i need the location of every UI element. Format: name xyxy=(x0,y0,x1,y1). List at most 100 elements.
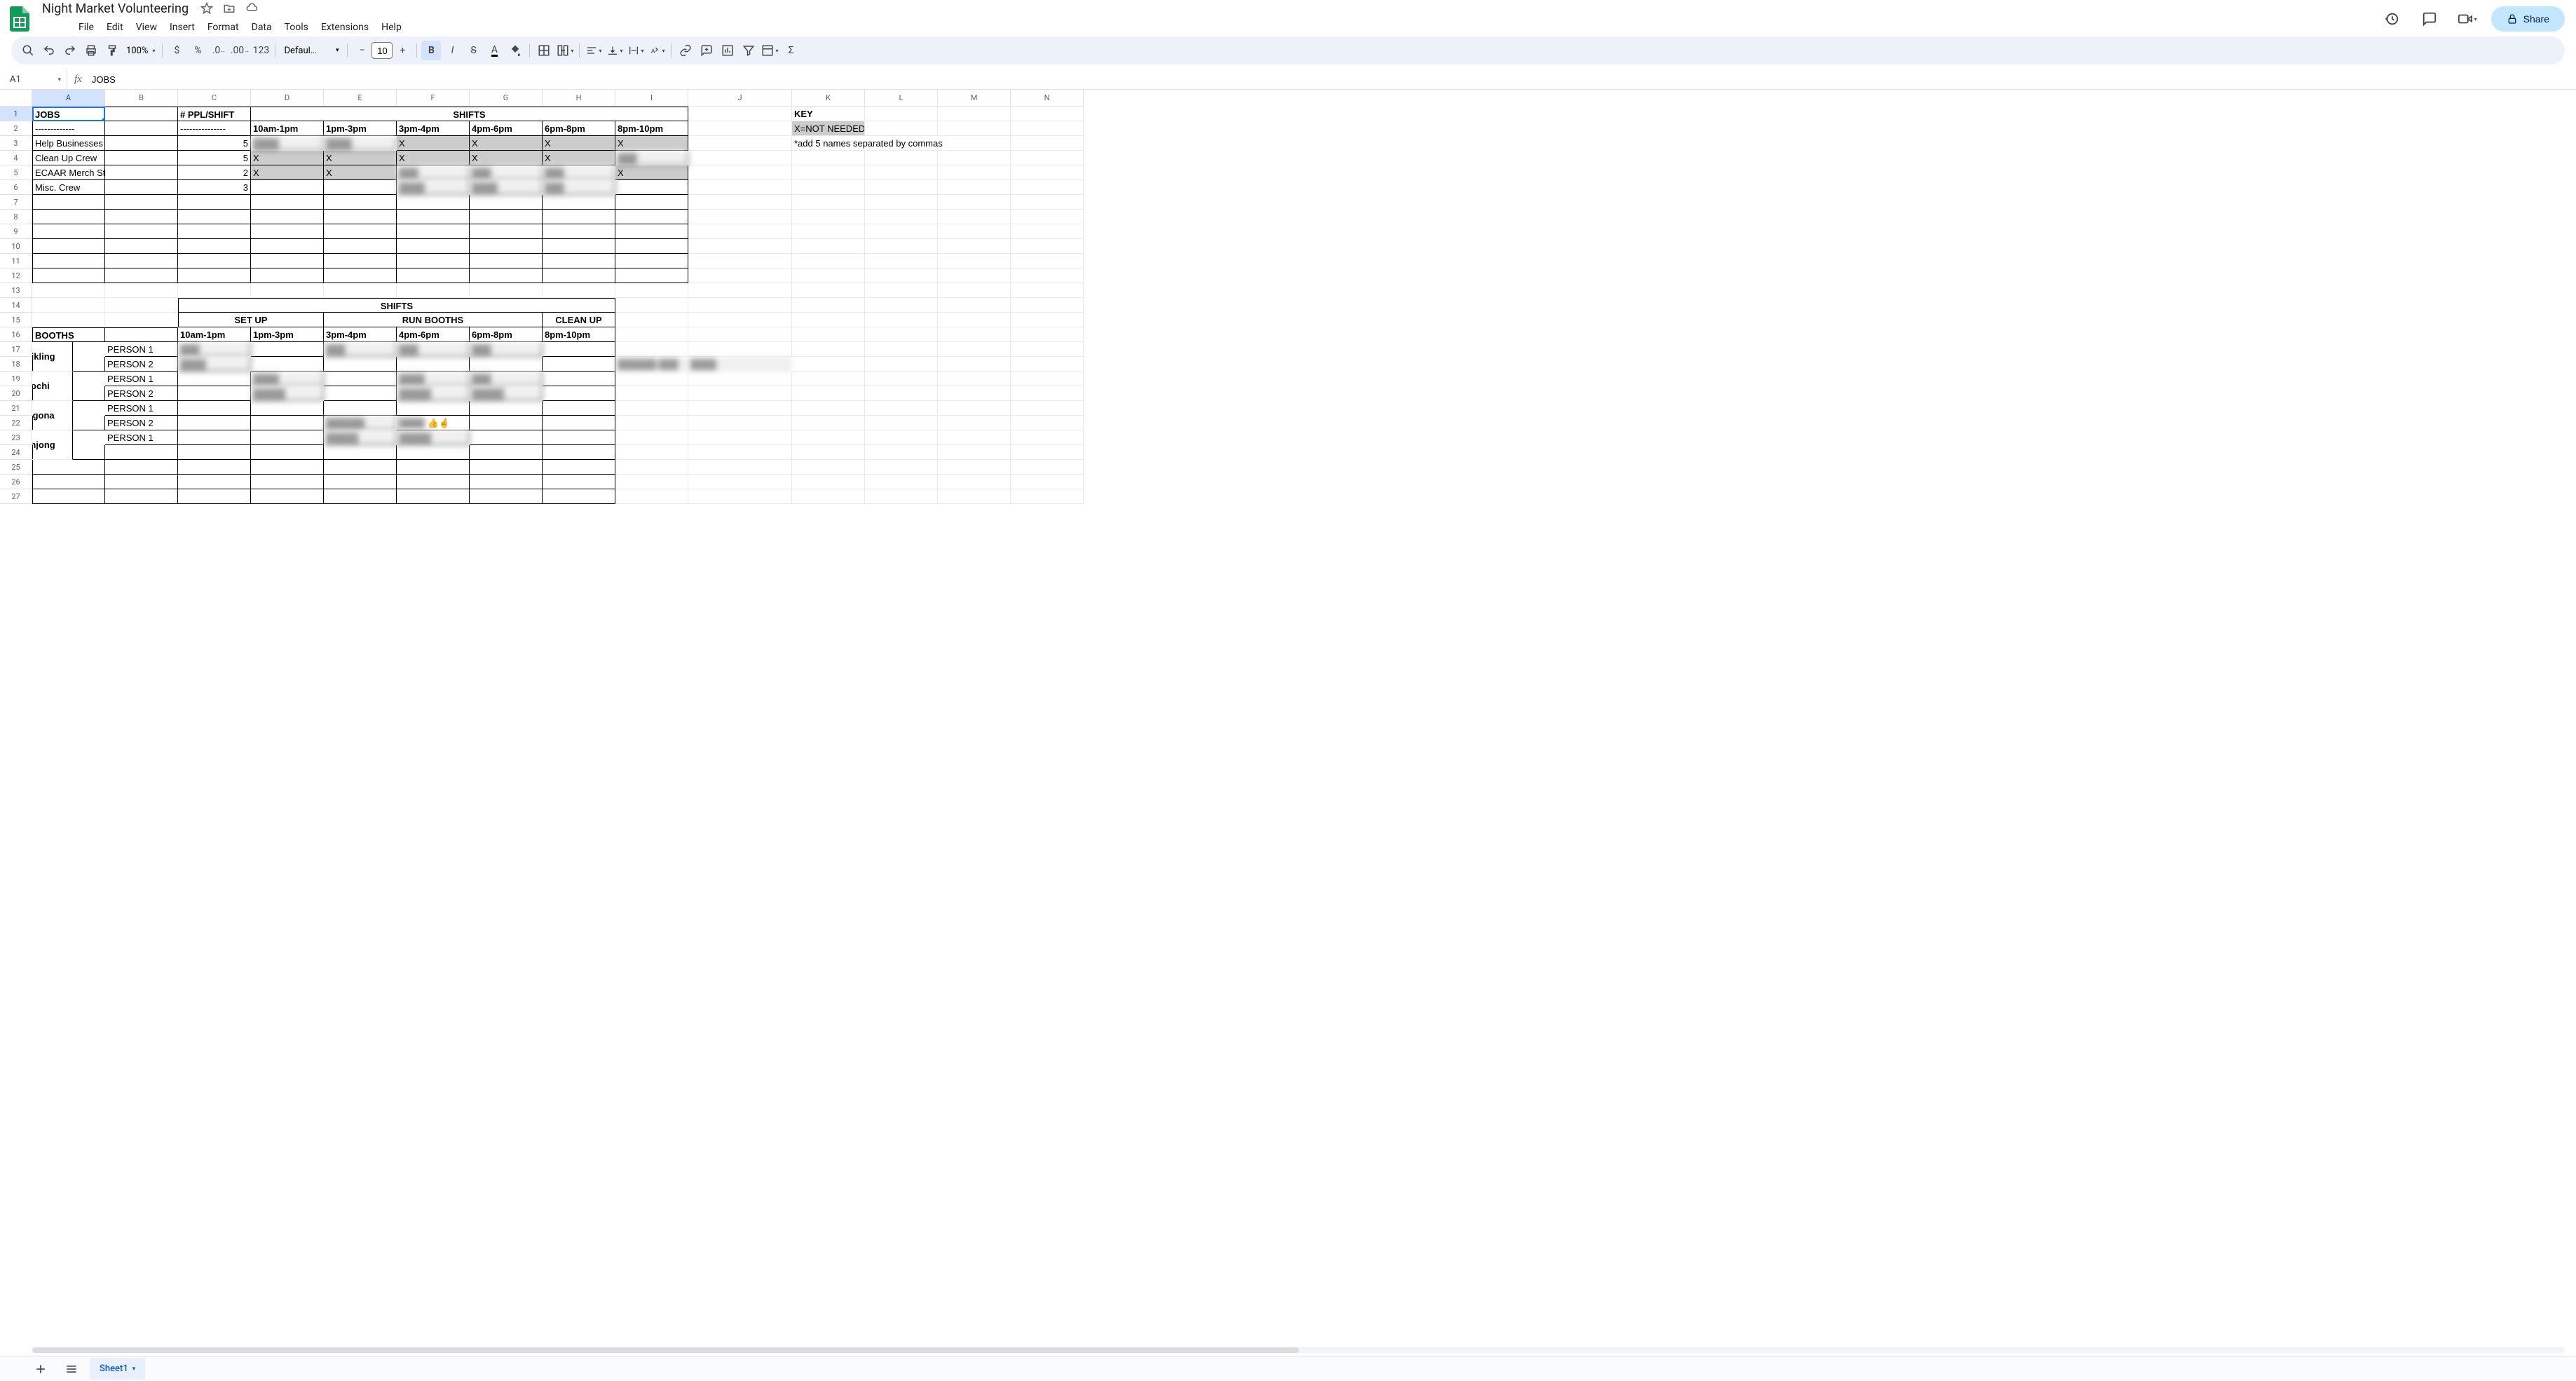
cell-H16[interactable]: 8pm-10pm xyxy=(543,327,615,342)
cell-F17[interactable]: ███ xyxy=(397,342,470,357)
cell-G27[interactable] xyxy=(470,489,543,504)
cell-N16[interactable] xyxy=(1011,327,1084,342)
col-header-D[interactable]: D xyxy=(251,90,324,107)
cell-E12[interactable] xyxy=(324,268,397,283)
cell-D4[interactable]: X xyxy=(251,151,324,165)
cell-F20[interactable]: █████ xyxy=(397,386,470,401)
menu-tools[interactable]: Tools xyxy=(279,19,314,36)
cell-C26[interactable] xyxy=(178,475,251,489)
cell-J21[interactable] xyxy=(688,401,792,416)
cell-N8[interactable] xyxy=(1011,210,1084,224)
cell-I11[interactable] xyxy=(615,254,688,268)
cell-I19[interactable] xyxy=(615,372,688,386)
cell-D13[interactable] xyxy=(251,283,324,298)
cell-I10[interactable] xyxy=(615,239,688,254)
doc-title[interactable]: Night Market Volunteering xyxy=(38,0,193,18)
cell-I7[interactable] xyxy=(615,195,688,210)
cell-E4[interactable]: X xyxy=(324,151,397,165)
cell-E16[interactable]: 3pm-4pm xyxy=(324,327,397,342)
cell-L14[interactable] xyxy=(865,298,938,313)
row-header-21[interactable]: 21 xyxy=(0,401,32,416)
cell-E23[interactable]: █████ xyxy=(324,430,397,445)
cell-H3[interactable]: X xyxy=(543,136,615,151)
cell-G4[interactable]: X xyxy=(470,151,543,165)
cell-K25[interactable] xyxy=(792,460,865,475)
cell-K4[interactable] xyxy=(792,151,865,165)
row-header-13[interactable]: 13 xyxy=(0,283,32,298)
cell-I25[interactable] xyxy=(615,460,688,475)
cell-L19[interactable] xyxy=(865,372,938,386)
menu-format[interactable]: Format xyxy=(202,19,245,36)
add-sheet-icon[interactable] xyxy=(28,1356,53,1381)
col-header-L[interactable]: L xyxy=(865,90,938,107)
cell-F4[interactable]: X xyxy=(397,151,470,165)
cell-E3[interactable]: ████ xyxy=(324,136,397,151)
cell-F7[interactable] xyxy=(397,195,470,210)
cell-M11[interactable] xyxy=(938,254,1011,268)
row-header-27[interactable]: 27 xyxy=(0,489,32,504)
cell-C24[interactable] xyxy=(178,445,251,460)
cell-A10[interactable] xyxy=(32,239,105,254)
row-header-20[interactable]: 20 xyxy=(0,386,32,401)
cell-H5[interactable]: ███ xyxy=(543,165,615,180)
cell-L18[interactable] xyxy=(865,357,938,372)
cell-J25[interactable] xyxy=(688,460,792,475)
row-header-22[interactable]: 22 xyxy=(0,416,32,430)
cell-M13[interactable] xyxy=(938,283,1011,298)
cell-L26[interactable] xyxy=(865,475,938,489)
cell-N5[interactable] xyxy=(1011,165,1084,180)
cell-K23[interactable] xyxy=(792,430,865,445)
cell-B22[interactable]: PERSON 2 xyxy=(105,416,178,430)
cell-I23[interactable] xyxy=(615,430,688,445)
cell-G23[interactable] xyxy=(470,430,543,445)
cell-G3[interactable]: X xyxy=(470,136,543,151)
undo-icon[interactable] xyxy=(39,41,59,60)
cell-A16[interactable]: BOOTHS xyxy=(32,327,105,342)
cell-K7[interactable] xyxy=(792,195,865,210)
fill-color-button[interactable] xyxy=(505,41,525,60)
filter-views-icon[interactable] xyxy=(760,41,779,60)
add-comment-icon[interactable] xyxy=(697,41,716,60)
cell-D20[interactable]: █████ xyxy=(251,386,324,401)
cell-K13[interactable] xyxy=(792,283,865,298)
rotate-button[interactable]: A xyxy=(647,41,667,60)
cell-J1[interactable] xyxy=(688,107,792,121)
cell-K12[interactable] xyxy=(792,268,865,283)
cell-L6[interactable] xyxy=(865,180,938,195)
cell-C23[interactable] xyxy=(178,430,251,445)
row-header-9[interactable]: 9 xyxy=(0,224,32,239)
row-header-26[interactable]: 26 xyxy=(0,475,32,489)
cell-N3[interactable] xyxy=(1011,136,1084,151)
cell-F9[interactable] xyxy=(397,224,470,239)
cell-J19[interactable] xyxy=(688,372,792,386)
cell-D11[interactable] xyxy=(251,254,324,268)
cell-A11[interactable] xyxy=(32,254,105,268)
cell-L20[interactable] xyxy=(865,386,938,401)
cell-H20[interactable] xyxy=(543,386,615,401)
cell-H12[interactable] xyxy=(543,268,615,283)
increase-decimal-icon[interactable]: .00→ xyxy=(230,41,250,60)
menu-extensions[interactable]: Extensions xyxy=(315,19,374,36)
cell-N17[interactable] xyxy=(1011,342,1084,357)
row-header-3[interactable]: 3 xyxy=(0,136,32,151)
col-header-H[interactable]: H xyxy=(543,90,615,107)
comment-icon[interactable] xyxy=(2415,5,2444,33)
cell-B8[interactable] xyxy=(105,210,178,224)
cell-C22[interactable] xyxy=(178,416,251,430)
cell-D23[interactable] xyxy=(251,430,324,445)
cell-K16[interactable] xyxy=(792,327,865,342)
cell-I18[interactable]: ██████ ███ xyxy=(615,357,688,372)
cell-H23[interactable] xyxy=(543,430,615,445)
cell-I21[interactable] xyxy=(615,401,688,416)
cell-I17[interactable] xyxy=(615,342,688,357)
cell-J12[interactable] xyxy=(688,268,792,283)
cell-L15[interactable] xyxy=(865,313,938,327)
cell-J5[interactable] xyxy=(688,165,792,180)
row-header-19[interactable]: 19 xyxy=(0,372,32,386)
cell-F23[interactable]: █████ xyxy=(397,430,470,445)
cell-M9[interactable] xyxy=(938,224,1011,239)
cell-I27[interactable] xyxy=(615,489,688,504)
cell-H17[interactable] xyxy=(543,342,615,357)
row-header-16[interactable]: 16 xyxy=(0,327,32,342)
more-formats[interactable]: 123 xyxy=(251,41,271,60)
